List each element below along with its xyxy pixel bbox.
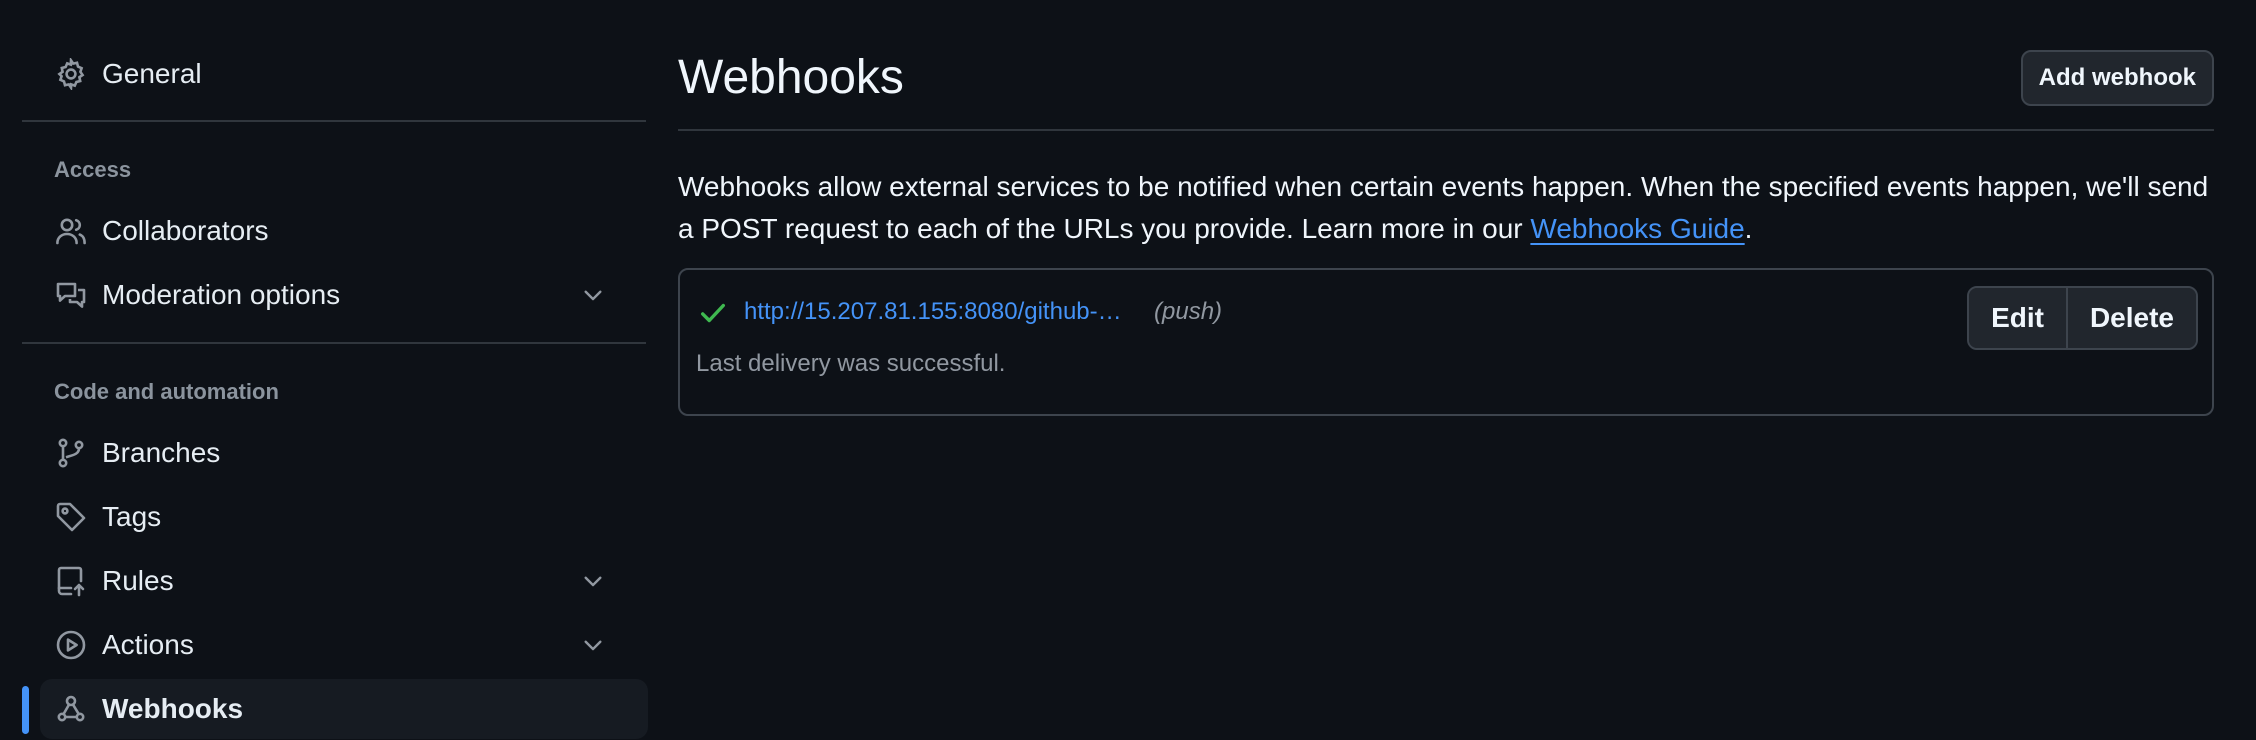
active-indicator	[22, 686, 29, 734]
add-webhook-button[interactable]: Add webhook	[2020, 50, 2214, 106]
page-title: Webhooks	[678, 51, 904, 104]
sidebar-item-branches[interactable]: Branches	[22, 423, 630, 483]
chevron-down-icon[interactable]	[580, 632, 606, 658]
sidebar-item-label: Rules	[102, 565, 174, 596]
sidebar-item-label: Collaborators	[102, 215, 269, 246]
section-heading-access: Access	[54, 157, 132, 182]
webhook-url-link[interactable]: http://15.207.81.155:8080/github-…	[744, 298, 1122, 326]
webhook-delivery-status: Last delivery was successful.	[696, 350, 1006, 377]
webhooks-guide-link[interactable]: Webhooks Guide	[1530, 213, 1744, 244]
tag-icon	[54, 500, 88, 534]
webhooks-description: Webhooks allow external services to be n…	[678, 166, 2214, 250]
sidebar-item-collaborators[interactable]: Collaborators	[22, 201, 630, 261]
description-text: Webhooks allow external services to be n…	[678, 171, 2209, 244]
sidebar-item-label: General	[102, 58, 202, 89]
gear-icon	[54, 57, 88, 91]
sidebar-divider	[22, 120, 646, 122]
git-branch-icon	[54, 436, 88, 470]
title-divider	[678, 129, 2214, 131]
edit-button[interactable]: Edit	[1969, 288, 2066, 348]
sidebar-item-rules[interactable]: Rules	[22, 551, 630, 611]
comment-discussion-icon	[54, 278, 88, 312]
webhook-events: (push)	[1154, 298, 1223, 325]
settings-sidebar: General Access Collaborators Moderation …	[22, 0, 648, 740]
repo-push-icon	[54, 564, 88, 598]
sidebar-item-label: Actions	[102, 629, 194, 660]
sidebar-item-label: Webhooks	[102, 693, 244, 724]
sidebar-item-label: Branches	[102, 437, 221, 468]
sidebar-item-webhooks[interactable]: Webhooks	[40, 679, 648, 739]
sidebar-item-moderation-options[interactable]: Moderation options	[22, 265, 630, 325]
people-icon	[54, 214, 88, 248]
sidebar-item-tags[interactable]: Tags	[22, 487, 630, 547]
sidebar-divider	[22, 342, 646, 344]
webhook-item: http://15.207.81.155:8080/github-… (push…	[678, 268, 2214, 416]
description-end: .	[1744, 213, 1753, 244]
section-heading-code-and-automation: Code and automation	[54, 379, 279, 404]
delete-button[interactable]: Delete	[2065, 288, 2196, 348]
play-icon	[54, 628, 88, 662]
webhook-icon	[54, 692, 88, 726]
sidebar-item-general[interactable]: General	[22, 44, 630, 104]
sidebar-item-actions[interactable]: Actions	[22, 615, 630, 675]
chevron-down-icon[interactable]	[580, 282, 606, 308]
chevron-down-icon[interactable]	[580, 568, 606, 594]
main-content: Webhooks Add webhook Webhooks allow exte…	[678, 0, 2214, 740]
sidebar-item-label: Tags	[102, 501, 162, 532]
check-icon	[698, 298, 728, 328]
sidebar-item-label: Moderation options	[102, 279, 341, 310]
webhook-actions: Edit Delete	[1967, 286, 2198, 350]
